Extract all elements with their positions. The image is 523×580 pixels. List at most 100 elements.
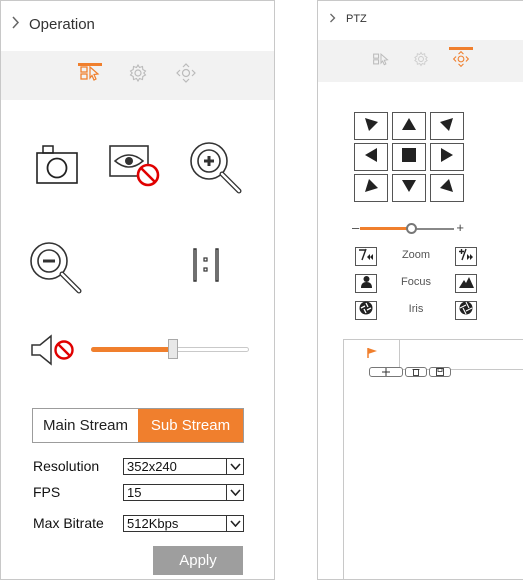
pan-down-button[interactable] <box>392 174 426 202</box>
operation-panel-title: Operation <box>29 15 95 33</box>
zoom-in-icon <box>187 139 243 200</box>
max-bitrate-value: 512Kbps <box>127 515 179 531</box>
ptz-direction-pad <box>354 112 464 202</box>
ptz-panel: PTZ – + Zoom Focus Iris <box>317 0 523 580</box>
one-to-one-icon <box>191 247 221 288</box>
audio-control <box>29 332 254 368</box>
preset-panel <box>343 339 523 580</box>
chevron-right-icon[interactable] <box>318 13 346 26</box>
camera-icon <box>35 143 79 190</box>
privacy-toggle-button[interactable] <box>108 143 162 191</box>
zoom-out-icon <box>27 239 83 300</box>
preset-toolbar <box>369 367 451 377</box>
fps-row: FPS 15 <box>33 482 245 502</box>
resolution-row: Resolution 352x240 <box>33 456 245 476</box>
fps-select[interactable]: 15 <box>123 483 244 501</box>
iris-open-icon <box>459 301 473 320</box>
ptz-tab-bar <box>318 40 523 82</box>
live-operation-icon <box>372 50 390 73</box>
focus-near-button[interactable] <box>355 274 377 293</box>
tab-presets[interactable] <box>344 340 400 369</box>
pan-right-button[interactable] <box>430 143 464 171</box>
chevron-down-icon[interactable] <box>226 515 243 531</box>
original-size-button[interactable] <box>191 247 221 288</box>
focus-control-row: Focus <box>355 274 477 294</box>
pan-down-right-button[interactable] <box>430 174 464 202</box>
person-icon <box>360 275 373 293</box>
iris-label: Iris <box>408 303 424 315</box>
mountain-icon <box>458 275 474 293</box>
tab-live-operation[interactable] <box>66 51 114 100</box>
chevron-right-icon[interactable] <box>1 15 29 33</box>
tab-settings[interactable] <box>401 40 441 82</box>
settings-gear-icon <box>412 50 430 73</box>
tab-settings[interactable] <box>114 51 162 100</box>
add-preset-button[interactable] <box>369 367 403 377</box>
live-operation-icon <box>79 62 101 89</box>
ptz-stop-button[interactable] <box>392 143 426 171</box>
max-bitrate-label: Max Bitrate <box>33 515 104 531</box>
iris-close-button[interactable] <box>355 301 377 320</box>
tab-live-operation[interactable] <box>361 40 401 82</box>
delete-preset-button[interactable] <box>405 367 427 377</box>
ptz-direction-icon <box>452 50 470 73</box>
settings-gear-icon <box>127 62 149 89</box>
zoom-control-row: Zoom <box>355 247 477 267</box>
add-icon <box>382 363 390 381</box>
zoom-in-button[interactable] <box>455 247 477 266</box>
iris-open-button[interactable] <box>455 301 477 320</box>
focus-far-button[interactable] <box>455 274 477 293</box>
focus-label: Focus <box>401 276 431 288</box>
max-bitrate-select[interactable]: 512Kbps <box>123 514 244 532</box>
resolution-select[interactable]: 352x240 <box>123 457 244 475</box>
zoom-out-icon <box>358 248 374 266</box>
arrow-up-left-icon <box>363 116 379 137</box>
fps-label: FPS <box>33 484 61 500</box>
pan-left-button[interactable] <box>354 143 388 171</box>
speed-increase-label: + <box>456 220 464 235</box>
speed-decrease-label: – <box>352 220 360 235</box>
volume-slider-thumb[interactable] <box>168 339 179 359</box>
snapshot-button[interactable] <box>35 144 79 188</box>
stream-toggle: Main Stream Sub Stream <box>32 408 244 443</box>
delete-icon <box>412 363 420 381</box>
save-icon <box>436 363 444 381</box>
pan-up-left-button[interactable] <box>354 112 388 140</box>
operation-panel-header[interactable]: Operation <box>1 1 274 47</box>
zoom-in-icon <box>458 248 474 266</box>
tab-ptz[interactable] <box>162 51 210 100</box>
volume-slider[interactable] <box>91 339 249 359</box>
arrow-down-right-icon <box>439 178 455 199</box>
flag-icon <box>366 346 378 364</box>
iris-control-row: Iris <box>355 301 477 321</box>
zoom-out-button[interactable] <box>27 241 83 297</box>
main-stream-button[interactable]: Main Stream <box>33 409 138 442</box>
iris-close-icon <box>359 301 373 320</box>
chevron-down-icon[interactable] <box>226 458 243 474</box>
zoom-in-button[interactable] <box>187 141 243 197</box>
sub-stream-button[interactable]: Sub Stream <box>138 409 243 442</box>
operation-tab-bar <box>1 51 274 100</box>
chevron-down-icon[interactable] <box>226 484 243 500</box>
stop-icon <box>402 147 416 167</box>
resolution-value: 352x240 <box>127 458 177 474</box>
eye-blocked-icon <box>108 141 162 194</box>
operation-panel: Operation Main Stream Sub Stream Resolut… <box>0 0 275 580</box>
apply-button[interactable]: Apply <box>153 546 243 575</box>
volume-slider-fill <box>91 347 174 352</box>
ptz-direction-icon <box>175 62 197 89</box>
zoom-label: Zoom <box>401 249 431 261</box>
speed-slider-thumb[interactable] <box>406 223 417 234</box>
ptz-panel-header[interactable]: PTZ <box>318 1 523 37</box>
speaker-muted-icon[interactable] <box>29 332 81 373</box>
save-preset-button[interactable] <box>429 367 451 377</box>
arrow-down-left-icon <box>363 178 379 199</box>
pan-up-button[interactable] <box>392 112 426 140</box>
pan-up-right-button[interactable] <box>430 112 464 140</box>
fps-value: 15 <box>127 484 142 500</box>
arrow-right-icon <box>440 147 454 168</box>
pan-down-left-button[interactable] <box>354 174 388 202</box>
tab-ptz[interactable] <box>441 40 481 82</box>
ptz-speed-slider[interactable]: – + <box>352 220 464 238</box>
zoom-out-button[interactable] <box>355 247 377 266</box>
